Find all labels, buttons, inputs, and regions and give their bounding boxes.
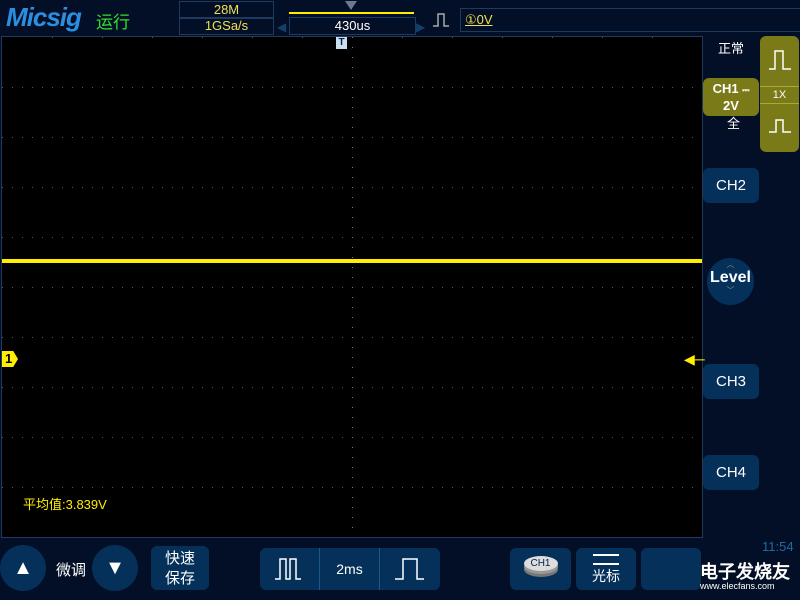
dc-coupling-icon: ⎓ — [742, 85, 750, 95]
fine-up-button[interactable]: ▲ — [0, 545, 46, 591]
level-label: Level — [710, 269, 751, 286]
quick-save-button[interactable]: 快速 保存 — [151, 546, 209, 590]
pulse-dense-icon — [275, 558, 301, 580]
cursor-button[interactable]: 光标 — [576, 548, 636, 590]
run-state[interactable]: 运行 — [96, 8, 130, 33]
ch1-label: CH1 — [712, 81, 739, 96]
cursor-label: 光标 — [592, 568, 620, 584]
trigger-time-marker[interactable]: T — [336, 37, 347, 49]
right-arrow-icon[interactable]: ▶ — [416, 20, 425, 34]
trigger-level[interactable]: ①0V — [460, 8, 800, 32]
cursor-lines-icon — [593, 554, 619, 565]
watermark-url: www.elecfans.com — [700, 581, 775, 591]
brand-logo: Micsig — [6, 2, 82, 32]
timebase-increase-button[interactable] — [380, 548, 440, 590]
time-offset[interactable]: 430us — [289, 17, 416, 35]
graticule — [2, 37, 693, 528]
probe-panel[interactable]: 1X — [760, 36, 799, 152]
bandwidth: 全 — [727, 116, 741, 131]
sample-rate[interactable]: 1GSa/s — [179, 17, 274, 35]
up-triangle-icon: ▲ — [13, 557, 33, 579]
quick-save-line1: 快速 — [164, 550, 195, 567]
level-knob[interactable]: ︿ Level ﹀ — [707, 258, 754, 305]
ch1-scale: 2V — [723, 98, 739, 113]
timebase-decrease-button[interactable] — [260, 548, 320, 590]
left-arrow-icon[interactable]: ◀ — [277, 20, 286, 34]
clock: 11:54 — [762, 539, 794, 554]
timebase-value: 2ms — [320, 548, 380, 590]
up-chevron-icon: ︿ — [726, 260, 735, 269]
ch1-button[interactable]: CH1 ⎓ 2V — [703, 78, 759, 116]
trigger-mode[interactable]: 正常 — [718, 38, 744, 57]
pulse-wide-icon — [395, 558, 424, 580]
timebase-control[interactable]: 2ms — [260, 548, 440, 590]
mean-measurement: 平均值:3.839V — [23, 497, 107, 512]
ch2-button[interactable]: CH2 — [703, 168, 759, 203]
memory-position-bar — [289, 12, 414, 14]
trigger-level-marker[interactable]: ◀─ — [684, 351, 705, 368]
ch1-select-button[interactable]: CH1 — [510, 548, 571, 590]
down-chevron-icon: ﹀ — [726, 286, 735, 295]
waveform-screen[interactable]: T 1 ◀─ 平均值:3.839V — [1, 36, 705, 538]
probe-ratio[interactable]: 1X — [760, 86, 799, 104]
quick-save-line2: 保存 — [164, 570, 195, 587]
trigger-position-icon — [345, 1, 357, 10]
measure-button[interactable] — [641, 548, 701, 590]
ch1-trace — [2, 259, 702, 263]
fine-down-button[interactable]: ▼ — [92, 545, 138, 591]
ch1-stack-icon: CH1 — [523, 556, 558, 571]
down-triangle-icon: ▼ — [105, 557, 125, 579]
ch3-button[interactable]: CH3 — [703, 364, 759, 399]
ch4-button[interactable]: CH4 — [703, 455, 759, 490]
fine-label: 微调 — [56, 562, 87, 579]
pulse-narrow-icon[interactable] — [768, 118, 792, 134]
rising-edge-icon[interactable] — [432, 12, 450, 28]
pulse-wide-icon[interactable] — [768, 49, 792, 71]
